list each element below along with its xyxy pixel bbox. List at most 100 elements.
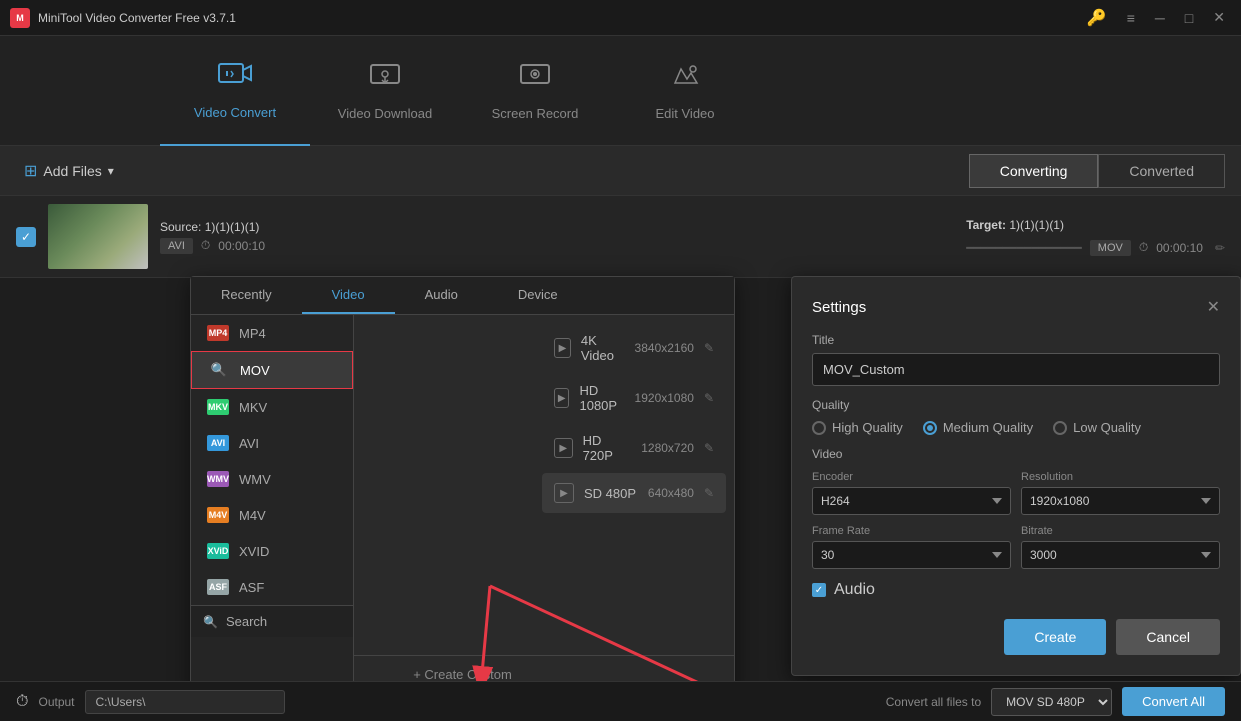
- avi-icon: AVI: [207, 435, 229, 451]
- main-content: ✓ Source: 1)(1)(1)(1) AVI ⏱ 00:00:10 Tar…: [0, 196, 1241, 681]
- convert-status-tabs: Converting Converted: [969, 154, 1225, 188]
- preset-sd480[interactable]: ▶ SD 480P 640x480 ✎: [542, 473, 726, 513]
- format-asf[interactable]: ASF ASF: [191, 569, 353, 605]
- format-m4v[interactable]: M4V M4V: [191, 497, 353, 533]
- edit-pencil-icon[interactable]: ✏: [1215, 241, 1225, 255]
- close-button[interactable]: ✕: [1207, 7, 1231, 28]
- high-quality-option[interactable]: High Quality: [812, 420, 903, 435]
- title-bar: M MiniTool Video Converter Free v3.7.1 🔑…: [0, 0, 1241, 36]
- file-checkbox[interactable]: ✓: [16, 227, 36, 247]
- cancel-button[interactable]: Cancel: [1116, 619, 1220, 655]
- format-mp4[interactable]: MP4 MP4: [191, 315, 353, 351]
- bitrate-field: Bitrate 3000: [1021, 525, 1220, 569]
- file-thumbnail: [48, 204, 148, 269]
- tab-video-convert[interactable]: Video Convert: [160, 36, 310, 146]
- preset-4k-label: 4K Video: [581, 333, 625, 363]
- target-duration: 00:00:10: [1156, 241, 1203, 255]
- preset-hd720-edit[interactable]: ✎: [704, 441, 714, 455]
- search-input[interactable]: [226, 614, 341, 629]
- video-convert-label: Video Convert: [194, 105, 276, 120]
- preset-list: ▶ 4K Video 3840x2160 ✎ ▶ HD 1080P 1920x1…: [534, 315, 734, 655]
- menu-icon[interactable]: ≡: [1121, 8, 1141, 28]
- create-custom-button[interactable]: + Create Custom: [413, 667, 512, 681]
- mp4-label: MP4: [239, 326, 266, 341]
- file-row: ✓ Source: 1)(1)(1)(1) AVI ⏱ 00:00:10 Tar…: [0, 196, 1241, 278]
- add-files-button[interactable]: ⊞ Add Files ▾: [16, 157, 122, 185]
- video-field-label: Video: [812, 447, 1220, 461]
- nav-tabs: Video Convert Video Download Screen Reco…: [0, 36, 1241, 146]
- convert-all-button[interactable]: Convert All: [1122, 687, 1225, 716]
- preset-4k[interactable]: ▶ 4K Video 3840x2160 ✎: [542, 323, 726, 373]
- encoder-select[interactable]: H264: [812, 487, 1011, 515]
- audio-tab[interactable]: Audio: [395, 277, 488, 314]
- frame-rate-field: Frame Rate 30: [812, 525, 1011, 569]
- audio-checkbox[interactable]: ✓: [812, 583, 826, 597]
- preset-hd1080[interactable]: ▶ HD 1080P 1920x1080 ✎: [542, 373, 726, 423]
- preset-hd1080-edit[interactable]: ✎: [704, 391, 714, 405]
- medium-quality-radio[interactable]: [923, 421, 937, 435]
- device-tab[interactable]: Device: [488, 277, 588, 314]
- settings-close-button[interactable]: ✕: [1207, 297, 1220, 317]
- search-box[interactable]: 🔍: [191, 605, 353, 637]
- recently-tab[interactable]: Recently: [191, 277, 302, 314]
- file-source: Source: 1)(1)(1)(1): [160, 220, 966, 234]
- resolution-label: Resolution: [1021, 471, 1220, 483]
- frame-rate-select[interactable]: 30: [812, 541, 1011, 569]
- target-label: Target:: [966, 218, 1006, 232]
- format-panel-tabs: Recently Video Audio Device: [191, 277, 734, 315]
- converted-tab[interactable]: Converted: [1098, 154, 1225, 188]
- screen-record-icon: [517, 61, 553, 98]
- avi-label: AVI: [239, 436, 259, 451]
- settings-buttons: Create Cancel: [812, 619, 1220, 655]
- medium-quality-option[interactable]: Medium Quality: [923, 420, 1033, 435]
- mkv-label: MKV: [239, 400, 267, 415]
- maximize-button[interactable]: □: [1179, 8, 1199, 28]
- convert-format-select[interactable]: MOV SD 480P: [991, 688, 1112, 716]
- preset-hd1080-icon: ▶: [554, 388, 570, 408]
- mkv-icon: MKV: [207, 399, 229, 415]
- search-indicator-icon: 🔍: [208, 362, 230, 378]
- frame-rate-label: Frame Rate: [812, 525, 1011, 537]
- low-quality-label: Low Quality: [1073, 420, 1141, 435]
- file-format-row: AVI ⏱ 00:00:10: [160, 238, 966, 254]
- tab-edit-video[interactable]: Edit Video: [610, 36, 760, 146]
- format-xvid[interactable]: XViD XVID: [191, 533, 353, 569]
- low-quality-radio[interactable]: [1053, 421, 1067, 435]
- settings-panel: Settings ✕ Title Quality High Quality Me…: [791, 276, 1241, 676]
- bitrate-select[interactable]: 3000: [1021, 541, 1220, 569]
- screen-record-label: Screen Record: [492, 106, 579, 121]
- format-mov[interactable]: 🔍 MOV: [191, 351, 353, 389]
- key-icon: 🔑: [1081, 6, 1113, 30]
- video-tab[interactable]: Video: [302, 277, 395, 314]
- minimize-button[interactable]: ─: [1149, 8, 1171, 28]
- title-input[interactable]: [812, 353, 1220, 386]
- low-quality-option[interactable]: Low Quality: [1053, 420, 1141, 435]
- tab-video-download[interactable]: Video Download: [310, 36, 460, 146]
- wmv-icon: WMV: [207, 471, 229, 487]
- format-avi[interactable]: AVI AVI: [191, 425, 353, 461]
- preset-sd480-edit[interactable]: ✎: [704, 486, 714, 500]
- settings-header: Settings ✕: [812, 297, 1220, 317]
- file-target: Target: 1)(1)(1)(1) ━━━━━━━━━━━━━━━━ MOV…: [966, 218, 1225, 256]
- format-sidebar: MP4 MP4 🔍 MOV MKV MKV AVI AVI WMV WMV: [191, 315, 354, 681]
- tab-screen-record[interactable]: Screen Record: [460, 36, 610, 146]
- create-button[interactable]: Create: [1004, 619, 1106, 655]
- preset-hd720[interactable]: ▶ HD 720P 1280x720 ✎: [542, 423, 726, 473]
- output-path-input[interactable]: [85, 690, 285, 714]
- preset-4k-edit[interactable]: ✎: [704, 341, 714, 355]
- xvid-icon: XViD: [207, 543, 229, 559]
- clock-icon-source: ⏱: [201, 238, 210, 253]
- format-wmv[interactable]: WMV WMV: [191, 461, 353, 497]
- resolution-select[interactable]: 1920x1080: [1021, 487, 1220, 515]
- converting-tab[interactable]: Converting: [969, 154, 1099, 188]
- convert-all-section: Convert all files to MOV SD 480P Convert…: [886, 687, 1225, 716]
- high-quality-radio[interactable]: [812, 421, 826, 435]
- format-mkv[interactable]: MKV MKV: [191, 389, 353, 425]
- window-controls: 🔑 ≡ ─ □ ✕: [1081, 6, 1231, 30]
- wmv-label: WMV: [239, 472, 271, 487]
- file-info: Source: 1)(1)(1)(1) AVI ⏱ 00:00:10: [160, 220, 966, 254]
- source-value: 1)(1)(1)(1): [205, 220, 260, 234]
- preset-4k-icon: ▶: [554, 338, 571, 358]
- source-format-badge: AVI: [160, 238, 193, 254]
- bitrate-label: Bitrate: [1021, 525, 1220, 537]
